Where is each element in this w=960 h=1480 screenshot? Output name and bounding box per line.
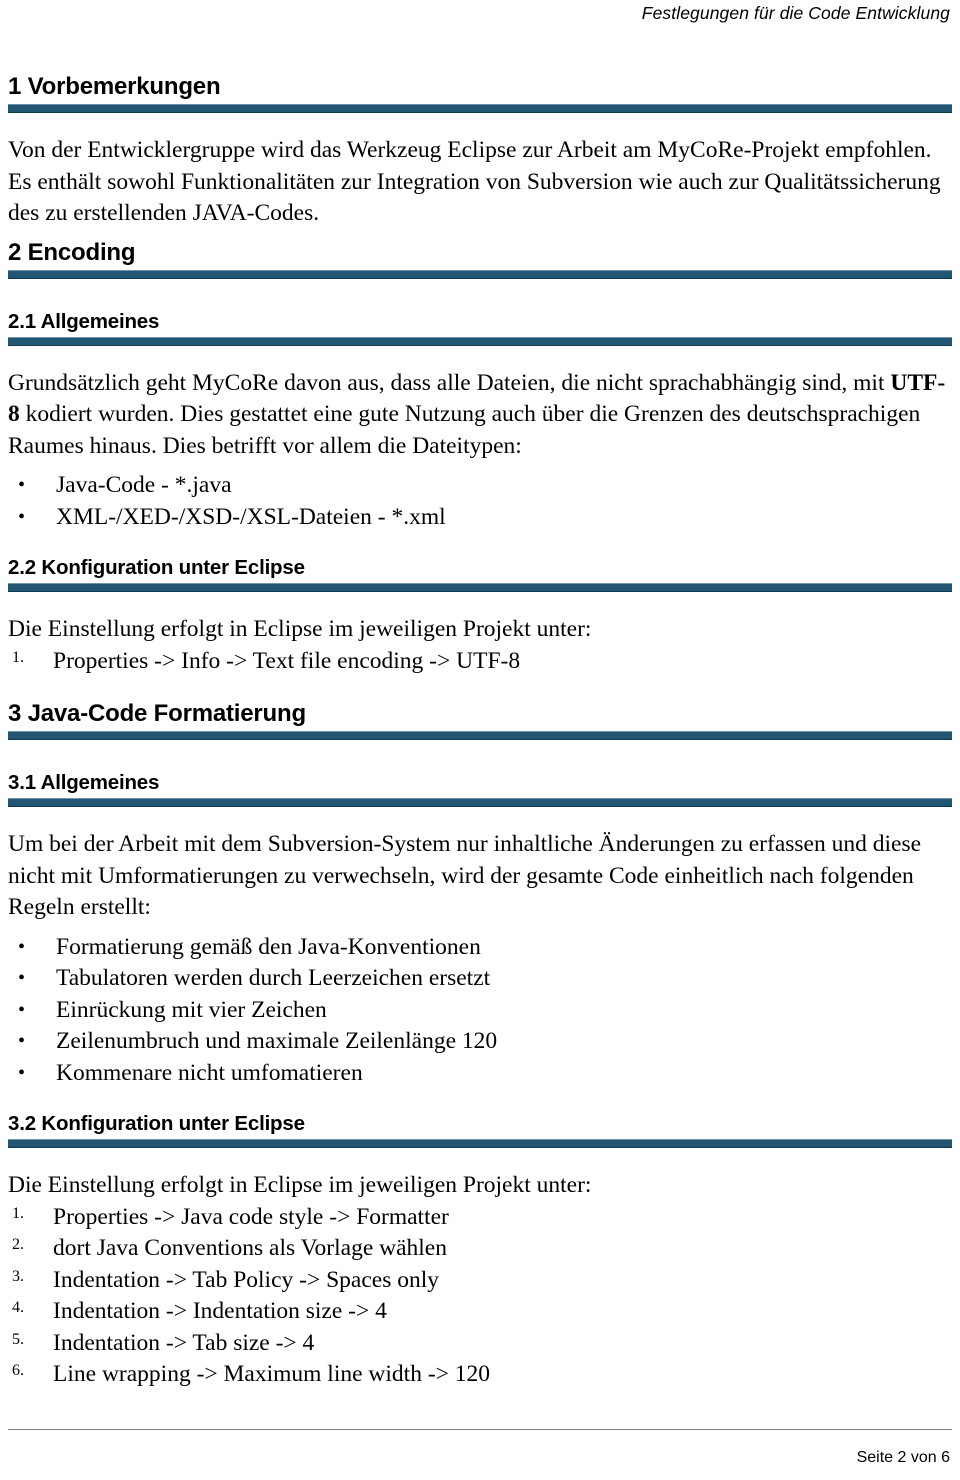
subsection-3-1-paragraph: Um bei der Arbeit mit dem Subversion-Sys… bbox=[8, 831, 922, 920]
footer-divider bbox=[8, 1429, 952, 1430]
section-3-title: 3 Java-Code Formatierung bbox=[8, 700, 306, 727]
list-item-label: dort Java Conventions als Vorlage wählen bbox=[53, 1235, 447, 1261]
section-heading-1: 1 Vorbemerkungen bbox=[8, 72, 952, 113]
subsection-heading-2-2: 2.2 Konfiguration unter Eclipse bbox=[8, 555, 952, 592]
subsection-3-2-intro: Die Einstellung erfolgt in Eclipse im je… bbox=[8, 1172, 592, 1198]
para-text-tail: kodiert wurden. Dies gestattet eine gute… bbox=[8, 401, 921, 459]
para-text-lead: Grundsätzlich geht MyCoRe davon aus, das… bbox=[8, 369, 891, 396]
page-number-label: Seite 2 von 6 bbox=[856, 1449, 950, 1466]
list-item: 5. Indentation -> Tab size -> 4 bbox=[8, 1328, 952, 1360]
section-1-title: 1 Vorbemerkungen bbox=[8, 73, 221, 100]
bullet-icon: • bbox=[18, 474, 26, 496]
list-item-label: Kommenare nicht umfomatieren bbox=[56, 1059, 363, 1086]
formatting-rules-bullet-list: • Formatierung gemäß den Java-Konventione… bbox=[8, 932, 952, 1090]
list-item: • Zeilenumbruch und maximale Zeilenlänge … bbox=[8, 1026, 952, 1058]
list-item: • Tabulatoren werden durch Leerzeichen er… bbox=[8, 963, 952, 995]
list-marker: 1. bbox=[12, 1204, 24, 1222]
subsection-heading-2-1: 2.1 Allgemeines bbox=[8, 309, 952, 346]
list-item-label: Indentation -> Tab size -> 4 bbox=[53, 1329, 315, 1356]
list-marker: 1. bbox=[12, 648, 24, 666]
list-marker: 6. bbox=[12, 1362, 24, 1379]
eclipse-encoding-steps: 1. Properties -> Info -> Text file encodi… bbox=[8, 646, 952, 678]
eclipse-formatter-steps: 1. Properties -> Java code style -> Forma… bbox=[8, 1202, 952, 1391]
subsection-2-1-paragraph: Grundsätzlich geht MyCoRe davon aus, das… bbox=[8, 368, 952, 463]
list-item: 2. dort Java Conventions als Vorlage wähl… bbox=[8, 1233, 952, 1265]
section-2-title: 2 Encoding bbox=[8, 238, 136, 266]
list-item-label: Indentation -> Tab Policy -> Spaces only bbox=[53, 1266, 439, 1293]
subsection-heading-3-1: 3.1 Allgemeines bbox=[8, 770, 952, 807]
list-item: 3. Indentation -> Tab Policy -> Spaces on… bbox=[8, 1265, 952, 1297]
list-item: 1. Properties -> Info -> Text file encodi… bbox=[8, 646, 952, 678]
subsection-2-2-intro: Die Einstellung erfolgt in Eclipse im je… bbox=[8, 616, 592, 642]
list-item: • XML-/XED-/XSD-/XSL-Dateien - *.xml bbox=[8, 502, 952, 534]
bullet-icon: • bbox=[18, 1030, 26, 1052]
heading-rule bbox=[8, 269, 952, 279]
list-item-label: Line wrapping -> Maximum line width -> 1… bbox=[53, 1361, 491, 1387]
list-item: 4. Indentation -> Indentation size -> 4 bbox=[8, 1296, 952, 1328]
list-marker: 4. bbox=[12, 1299, 24, 1316]
list-item-label: Einrückung mit vier Zeichen bbox=[56, 996, 327, 1023]
list-item-label: Properties -> Info -> Text file encoding… bbox=[53, 647, 521, 674]
list-item: 1. Properties -> Java code style -> Forma… bbox=[8, 1202, 952, 1234]
heading-rule bbox=[8, 104, 952, 113]
list-item-label: Formatierung gemäß den Java-Konventionen bbox=[56, 933, 481, 960]
subsection-3-1-title: 3.1 Allgemeines bbox=[8, 771, 160, 794]
section-1-paragraph: Von der Entwicklergruppe wird das Werkze… bbox=[8, 137, 941, 226]
subsection-3-2-title: 3.2 Konfiguration unter Eclipse bbox=[8, 1112, 305, 1135]
subsection-2-1-title: 2.1 Allgemeines bbox=[8, 309, 160, 333]
document-page: Festlegungen für die Code Entwicklung 1 … bbox=[0, 0, 960, 1480]
heading-rule bbox=[8, 798, 952, 807]
subsection-heading-3-2: 3.2 Konfiguration unter Eclipse bbox=[8, 1111, 952, 1148]
file-types-bullet-list: • Java-Code - *.java • XML-/XED-/XSD-/XSL-… bbox=[8, 470, 952, 533]
bullet-icon: • bbox=[18, 505, 26, 528]
list-item-label: XML-/XED-/XSD-/XSL-Dateien - *.xml bbox=[56, 503, 446, 530]
list-item: • Kommenare nicht umfomatieren bbox=[8, 1058, 952, 1090]
list-item-label: Properties -> Java code style -> Formatt… bbox=[53, 1203, 449, 1230]
bullet-icon: • bbox=[18, 967, 26, 989]
list-item: • Einrückung mit vier Zeichen bbox=[8, 995, 952, 1027]
subsection-2-2-title: 2.2 Konfiguration unter Eclipse bbox=[8, 556, 305, 579]
list-item: • Formatierung gemäß den Java-Konventione… bbox=[8, 932, 952, 964]
page-footer: Seite 2 von 6 bbox=[8, 1429, 952, 1468]
heading-rule bbox=[8, 1139, 952, 1148]
list-marker: 2. bbox=[12, 1236, 24, 1253]
section-heading-2: 2 Encoding bbox=[8, 238, 952, 279]
list-marker: 5. bbox=[12, 1330, 24, 1348]
list-marker: 3. bbox=[12, 1267, 24, 1285]
list-item: 6. Line wrapping -> Maximum line width ->… bbox=[8, 1359, 952, 1391]
list-item-label: Zeilenumbruch und maximale Zeilenlänge 1… bbox=[56, 1028, 498, 1054]
list-item-label: Indentation -> Indentation size -> 4 bbox=[53, 1298, 387, 1324]
list-item-label: Tabulatoren werden durch Leerzeichen ers… bbox=[56, 965, 491, 991]
list-item-label: Java-Code - *.java bbox=[56, 472, 232, 498]
heading-rule bbox=[8, 583, 952, 592]
document-body: 1 Vorbemerkungen Von der Entwicklergrupp… bbox=[8, 72, 952, 1391]
heading-rule bbox=[8, 731, 952, 740]
list-item: • Java-Code - *.java bbox=[8, 470, 952, 502]
bullet-icon: • bbox=[18, 935, 26, 958]
heading-rule bbox=[8, 336, 952, 346]
bullet-icon: • bbox=[18, 998, 26, 1021]
bullet-icon: • bbox=[18, 1061, 26, 1084]
section-heading-3: 3 Java-Code Formatierung bbox=[8, 699, 952, 740]
running-header: Festlegungen für die Code Entwicklung bbox=[641, 3, 950, 23]
